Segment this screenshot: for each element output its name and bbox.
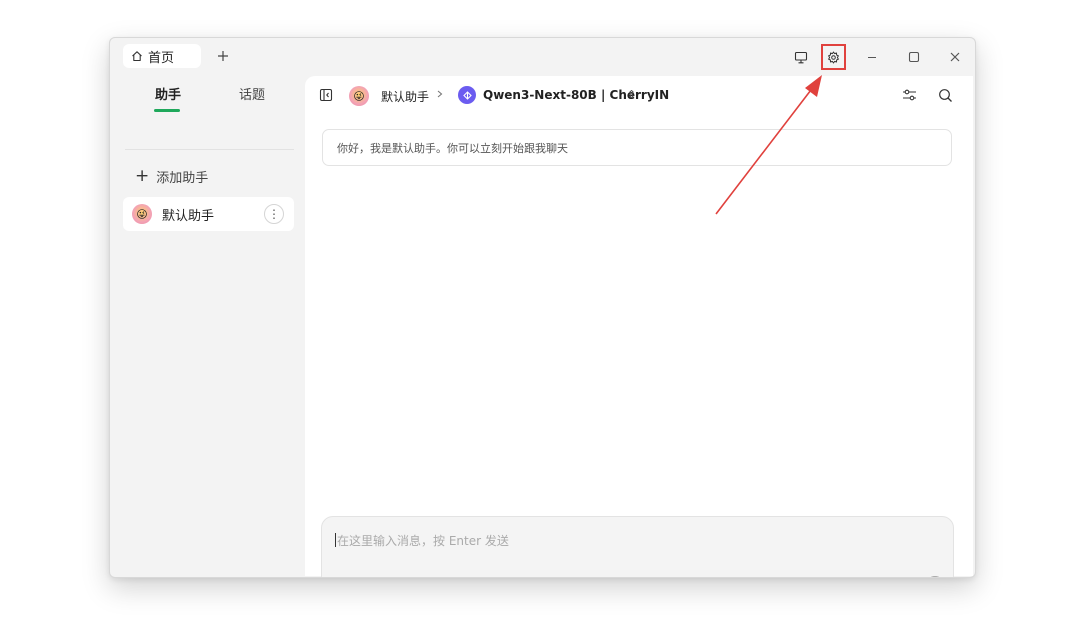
search-icon: [938, 88, 953, 103]
minimize-icon: [866, 51, 878, 63]
add-assistant-button[interactable]: + 添加助手: [135, 166, 209, 187]
monitor-icon: [794, 51, 808, 64]
plus-icon: [217, 50, 229, 62]
new-tab-button[interactable]: [213, 46, 233, 66]
tab-topics[interactable]: 话题: [239, 84, 265, 103]
web-search-icon: [400, 577, 416, 578]
text-caret: [335, 533, 336, 547]
close-button[interactable]: [944, 46, 966, 68]
assistant-avatar: 😜: [132, 204, 152, 224]
send-button[interactable]: [926, 576, 944, 577]
model-selector[interactable]: Qwen3-Next-80B | CherryIN: [483, 88, 669, 102]
sidebar-divider: [125, 149, 294, 150]
expand-tools-button[interactable]: [537, 576, 555, 578]
sidebar: 助手 话题 + 添加助手 😜 默认助手 ⋮: [110, 76, 304, 577]
mini-window-button[interactable]: [790, 46, 812, 68]
translate-icon: [897, 577, 915, 578]
sidebar-toggle-icon: [319, 88, 333, 102]
mcp-tools-icon: [465, 577, 481, 578]
expand-icon: [538, 577, 554, 578]
chevron-right-icon: [435, 88, 445, 100]
mention-icon: [498, 577, 514, 578]
mention-button[interactable]: [497, 576, 515, 578]
greeting-message: 你好，我是默认助手。你可以立刻开始跟我聊天: [322, 129, 952, 166]
settings-sliders-button[interactable]: [902, 88, 917, 102]
message-composer[interactable]: 在这里输入消息，按 Enter 发送: [321, 516, 954, 578]
sliders-icon: [902, 88, 917, 102]
knowledge-base-button[interactable]: [432, 576, 450, 578]
web-search-button[interactable]: [399, 576, 417, 578]
assistant-name: 默认助手: [162, 208, 215, 224]
tab-home-label: 首页: [148, 50, 175, 66]
settings-highlight-box: [821, 44, 846, 70]
search-button[interactable]: [938, 88, 953, 103]
header-assistant-avatar: 😜: [349, 86, 369, 106]
model-switch-icon[interactable]: ⇕: [627, 88, 636, 101]
header-assistant-name[interactable]: 默认助手: [381, 88, 429, 105]
new-topic-icon: [335, 577, 351, 578]
message-input[interactable]: 在这里输入消息，按 Enter 发送: [337, 532, 509, 549]
attachment-icon: [368, 577, 384, 578]
add-assistant-label: 添加助手: [156, 171, 209, 186]
assistant-item-default[interactable]: 😜 默认助手 ⋮: [123, 197, 294, 231]
title-bar: 首页: [110, 38, 975, 76]
maximize-button[interactable]: [903, 46, 925, 68]
translate-button[interactable]: [897, 576, 915, 578]
new-topic-button[interactable]: [334, 576, 352, 578]
active-tab-indicator: [154, 109, 180, 112]
tab-assistants[interactable]: 助手: [155, 84, 181, 103]
knowledge-base-icon: [433, 577, 449, 578]
home-icon: [131, 50, 143, 62]
attachment-button[interactable]: [367, 576, 385, 578]
mcp-tools-button[interactable]: [464, 576, 482, 578]
chat-panel: 😜 默认助手 Qwen3-Next-80B | CherryIN ⇕ 你好，我是…: [305, 76, 973, 578]
plus-icon: +: [135, 166, 150, 186]
model-provider-icon: [458, 86, 476, 104]
app-window: 首页 助手 话题 + 添加助手 😜 默认助手 ⋮ 😜 默认助手 Qwen3-Ne…: [109, 37, 976, 578]
close-icon: [949, 51, 961, 63]
tab-home[interactable]: 首页: [123, 44, 201, 68]
more-options-button[interactable]: ⋮: [264, 204, 284, 224]
toggle-sidebar-button[interactable]: [319, 88, 333, 102]
minimize-button[interactable]: [861, 46, 883, 68]
maximize-icon: [908, 51, 920, 63]
